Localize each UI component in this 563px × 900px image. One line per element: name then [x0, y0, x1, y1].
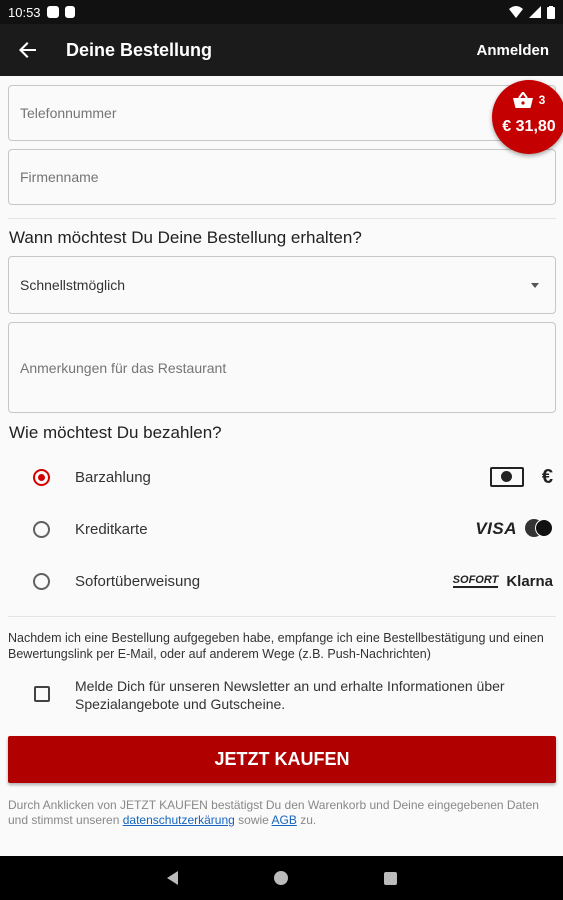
- cart-button[interactable]: 3 € 31,80: [492, 80, 563, 154]
- delivery-time-heading: Wann möchtest Du Deine Bestellung erhalt…: [9, 228, 362, 247]
- cart-item-count: 3: [538, 93, 546, 107]
- basket-icon: [512, 92, 533, 108]
- payment-option-sofort[interactable]: Sofortüberweisung SOFORT Klarna: [0, 561, 563, 601]
- page-title: Deine Bestellung: [66, 39, 213, 60]
- buy-now-button[interactable]: JETZT KAUFEN: [8, 736, 556, 783]
- payment-label-credit-card: Kreditkarte: [75, 520, 148, 538]
- app-bar: Deine Bestellung Anmelden: [0, 24, 563, 76]
- payment-heading: Wie möchtest Du bezahlen?: [9, 423, 222, 442]
- login-button[interactable]: Anmelden: [476, 42, 549, 59]
- divider: [8, 616, 556, 617]
- privacy-policy-link[interactable]: datenschutzerkärung: [123, 813, 235, 827]
- legal-middle: sowie: [238, 813, 269, 827]
- checkout-form[interactable]: Telefonnummer Firmenname Wann möchtest D…: [0, 76, 563, 856]
- legal-text: Durch Anklicken von JETZT KAUFEN bestäti…: [8, 798, 556, 828]
- app-notification-icon: [46, 6, 59, 18]
- euro-icon: €: [541, 465, 553, 488]
- restaurant-notes-input[interactable]: Anmerkungen für das Restaurant: [8, 322, 556, 413]
- mastercard-icon: [525, 519, 553, 539]
- arrow-back-icon: [19, 42, 36, 58]
- nav-home-icon[interactable]: [273, 871, 288, 885]
- phone-input[interactable]: Telefonnummer: [8, 85, 556, 141]
- radio-sofort[interactable]: [33, 572, 50, 590]
- wifi-icon: [509, 6, 523, 18]
- legal-suffix: zu.: [300, 813, 317, 827]
- battery-icon: [547, 5, 555, 19]
- divider: [8, 218, 556, 219]
- sd-card-icon: [64, 6, 75, 18]
- status-bar: 10:53: [0, 0, 563, 24]
- order-notice: Nachdem ich eine Bestellung aufgegeben h…: [8, 631, 544, 661]
- radio-cash[interactable]: [33, 468, 50, 486]
- payment-label-cash: Barzahlung: [75, 468, 151, 486]
- payment-option-credit-card[interactable]: Kreditkarte VISA: [0, 509, 563, 549]
- signal-icon: [529, 6, 541, 18]
- visa-icon: VISA: [475, 519, 517, 538]
- system-nav-bar: [0, 856, 563, 900]
- radio-credit-card[interactable]: [33, 520, 50, 538]
- cart-total: € 31,80: [502, 118, 556, 135]
- nav-recents-icon[interactable]: [383, 871, 397, 885]
- nav-back-icon[interactable]: [166, 871, 178, 885]
- back-button[interactable]: [0, 24, 56, 76]
- delivery-time-value: Schnellstmöglich: [20, 277, 126, 293]
- status-time: 10:53: [8, 4, 41, 20]
- dropdown-arrow-icon: [531, 283, 539, 288]
- cash-icon: [489, 467, 524, 487]
- payment-option-cash[interactable]: Barzahlung €: [0, 457, 563, 497]
- newsletter-checkbox[interactable]: [34, 686, 50, 702]
- payment-label-sofort: Sofortüberweisung: [75, 572, 201, 590]
- sofort-icon: SOFORT: [452, 573, 499, 588]
- company-input[interactable]: Firmenname: [8, 149, 556, 205]
- klarna-icon: Klarna: [506, 572, 553, 590]
- delivery-time-select[interactable]: Schnellstmöglich: [8, 256, 556, 314]
- terms-link[interactable]: AGB: [272, 813, 297, 827]
- newsletter-label: Melde Dich für unseren Newsletter an und…: [75, 678, 505, 712]
